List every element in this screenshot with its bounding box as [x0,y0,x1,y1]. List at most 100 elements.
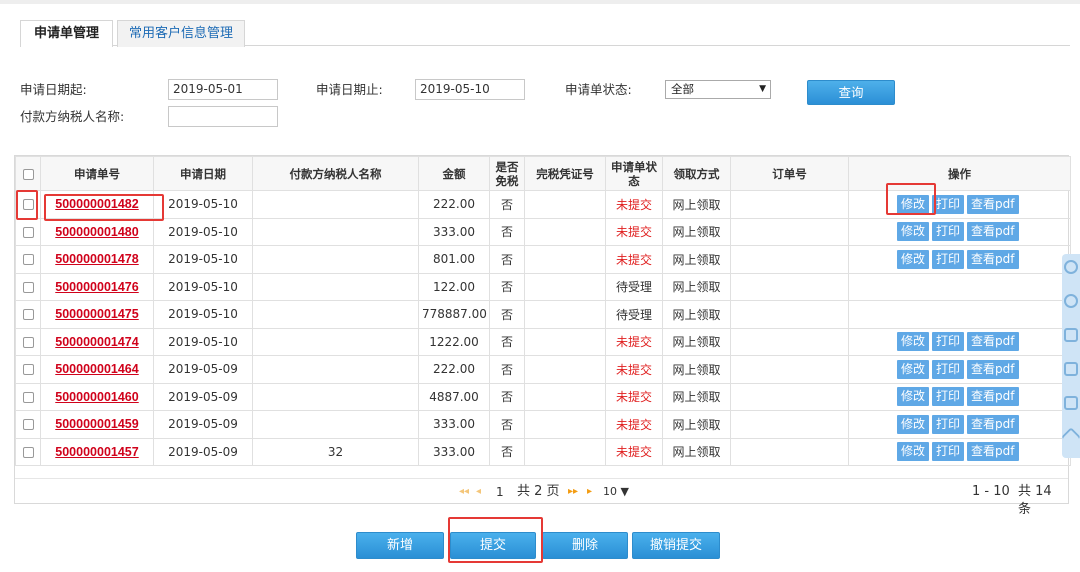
date-to-input[interactable]: 2019-05-10 [415,79,525,100]
payer-cell [252,355,419,384]
tab-customer-info-management[interactable]: 常用客户信息管理 [117,20,245,47]
view-pdf-button[interactable]: 查看pdf [967,387,1019,407]
view-pdf-button[interactable]: 查看pdf [967,222,1019,242]
edit-button[interactable]: 修改 [897,442,930,462]
row-checkbox[interactable] [22,446,34,458]
row-checkbox[interactable] [22,199,34,211]
document-icon[interactable] [1064,328,1078,342]
table-row[interactable]: 500000001464 2019-05-09 222.00 否 未提交 网上领取 修改 打印… [15,355,1071,384]
order-number-link[interactable]: 500000001475 [55,307,138,321]
print-button[interactable]: 打印 [932,249,965,269]
print-button[interactable]: 打印 [932,359,965,379]
print-button[interactable]: 打印 [932,222,965,242]
page-size-select[interactable]: 10 ▼ [603,483,629,501]
order-number-link[interactable]: 500000001459 [55,417,138,431]
delete-button[interactable]: 删除 [542,532,628,559]
tax-free-cell: 否 [489,300,525,329]
edit-button[interactable]: 修改 [897,387,930,407]
table-row[interactable]: 500000001476 2019-05-10 122.00 否 待受理 网上领取 [15,272,1071,301]
row-checkbox[interactable] [22,281,34,293]
header-amount[interactable]: 金额 [418,156,490,191]
view-pdf-button[interactable]: 查看pdf [967,194,1019,214]
amount-cell: 4887.00 [418,382,490,411]
export-icon[interactable] [1064,362,1078,376]
row-checkbox[interactable] [22,254,34,266]
order-number-link[interactable]: 500000001474 [55,335,138,349]
row-checkbox[interactable] [22,226,34,238]
check-circle-icon[interactable] [1064,260,1078,274]
edit-button[interactable]: 修改 [897,222,930,242]
order-number-link[interactable]: 500000001460 [55,390,138,404]
payer-cell [252,272,419,301]
header-pickup[interactable]: 领取方式 [662,156,731,191]
header-tax-free[interactable]: 是否 免税 [489,156,525,191]
record-total: 共 14 条 [1018,484,1052,517]
header-status[interactable]: 申请单状态 [605,156,663,191]
pickup-cell: 网上领取 [662,190,731,219]
header-order[interactable]: 订单号 [730,156,849,191]
order-number-link[interactable]: 500000001476 [55,280,138,294]
view-pdf-button[interactable]: 查看pdf [967,442,1019,462]
edit-button[interactable]: 修改 [897,194,930,214]
header-voucher[interactable]: 完税凭证号 [524,156,606,191]
row-checkbox[interactable] [22,419,34,431]
print-button[interactable]: 打印 [932,332,965,352]
table-row[interactable]: 500000001482 2019-05-10 222.00 否 未提交 网上领取 修改 打印… [15,190,1071,219]
chart-icon[interactable] [1064,294,1078,308]
status-cell: 待受理 [605,272,663,301]
next-page-icon[interactable]: ▸▸ [568,483,578,501]
table-row[interactable]: 500000001474 2019-05-10 1222.00 否 未提交 网上领取 修改打… [15,327,1071,356]
row-checkbox[interactable] [22,309,34,321]
collapse-icon[interactable] [1061,427,1080,447]
payer-name-input[interactable] [168,106,278,127]
order-number-link[interactable]: 500000001478 [55,252,138,266]
view-pdf-button[interactable]: 查看pdf [967,249,1019,269]
row-checkbox[interactable] [22,364,34,376]
print-button[interactable]: 打印 [932,414,965,434]
print-button[interactable]: 打印 [932,387,965,407]
header-no[interactable]: 申请单号 [40,156,154,191]
view-pdf-button[interactable]: 查看pdf [967,359,1019,379]
row-checkbox[interactable] [22,391,34,403]
table-row[interactable]: 500000001480 2019-05-10 333.00 否 未提交 网上领取 修改 打印… [15,217,1071,246]
last-page-icon[interactable]: ▸ [587,483,592,501]
first-page-icon[interactable]: ◂◂ [459,483,469,501]
table-header-row: 申请单号 申请日期 付款方纳税人名称 金额 是否 免税 完税凭证号 申请单状态 领… [15,156,1071,191]
tab-application-management[interactable]: 申请单管理 [20,20,113,47]
view-pdf-button[interactable]: 查看pdf [967,414,1019,434]
query-button[interactable]: 查询 [807,80,895,105]
table-row[interactable]: 500000001457 2019-05-09 32 333.00 否 未提交 网上领取 修改… [15,437,1071,466]
order-number-link[interactable]: 500000001464 [55,362,138,376]
payer-cell: 32 [252,437,419,466]
voucher-cell [524,190,606,219]
edit-button[interactable]: 修改 [897,332,930,352]
order-number-link[interactable]: 500000001480 [55,225,138,239]
order-number-link[interactable]: 500000001457 [55,445,138,459]
view-pdf-button[interactable]: 查看pdf [967,332,1019,352]
print-button[interactable]: 打印 [932,442,965,462]
revoke-submit-button[interactable]: 撤销提交 [632,532,720,559]
edit-button[interactable]: 修改 [897,249,930,269]
row-checkbox[interactable] [22,336,34,348]
header-payer[interactable]: 付款方纳税人名称 [252,156,419,191]
submit-button[interactable]: 提交 [450,532,536,559]
add-button[interactable]: 新增 [356,532,444,559]
prev-page-icon[interactable]: ◂ [476,483,481,501]
date-from-input[interactable]: 2019-05-01 [168,79,278,100]
header-date[interactable]: 申请日期 [153,156,253,191]
order-id-cell [730,217,849,246]
current-page[interactable]: 1 [496,483,504,501]
table-row[interactable]: 500000001459 2019-05-09 333.00 否 未提交 网上领取 修改 打印… [15,410,1071,439]
list-icon[interactable] [1064,396,1078,410]
table-row[interactable]: 500000001478 2019-05-10 801.00 否 未提交 网上领取 修改 打印… [15,245,1071,274]
status-cell: 未提交 [605,355,663,384]
edit-button[interactable]: 修改 [897,414,930,434]
table-row[interactable]: 500000001460 2019-05-09 4887.00 否 未提交 网上领取 修改打… [15,382,1071,411]
order-number-link[interactable]: 500000001482 [55,197,138,211]
table-row[interactable]: 500000001475 2019-05-10 778887.00 否 待受理 网上领取 [15,300,1071,329]
status-select[interactable]: 全部 ▼ [665,80,771,99]
edit-button[interactable]: 修改 [897,359,930,379]
print-button[interactable]: 打印 [932,194,965,214]
tab-bar: 申请单管理 常用客户信息管理 [20,20,1070,47]
select-all-checkbox[interactable] [22,168,34,180]
